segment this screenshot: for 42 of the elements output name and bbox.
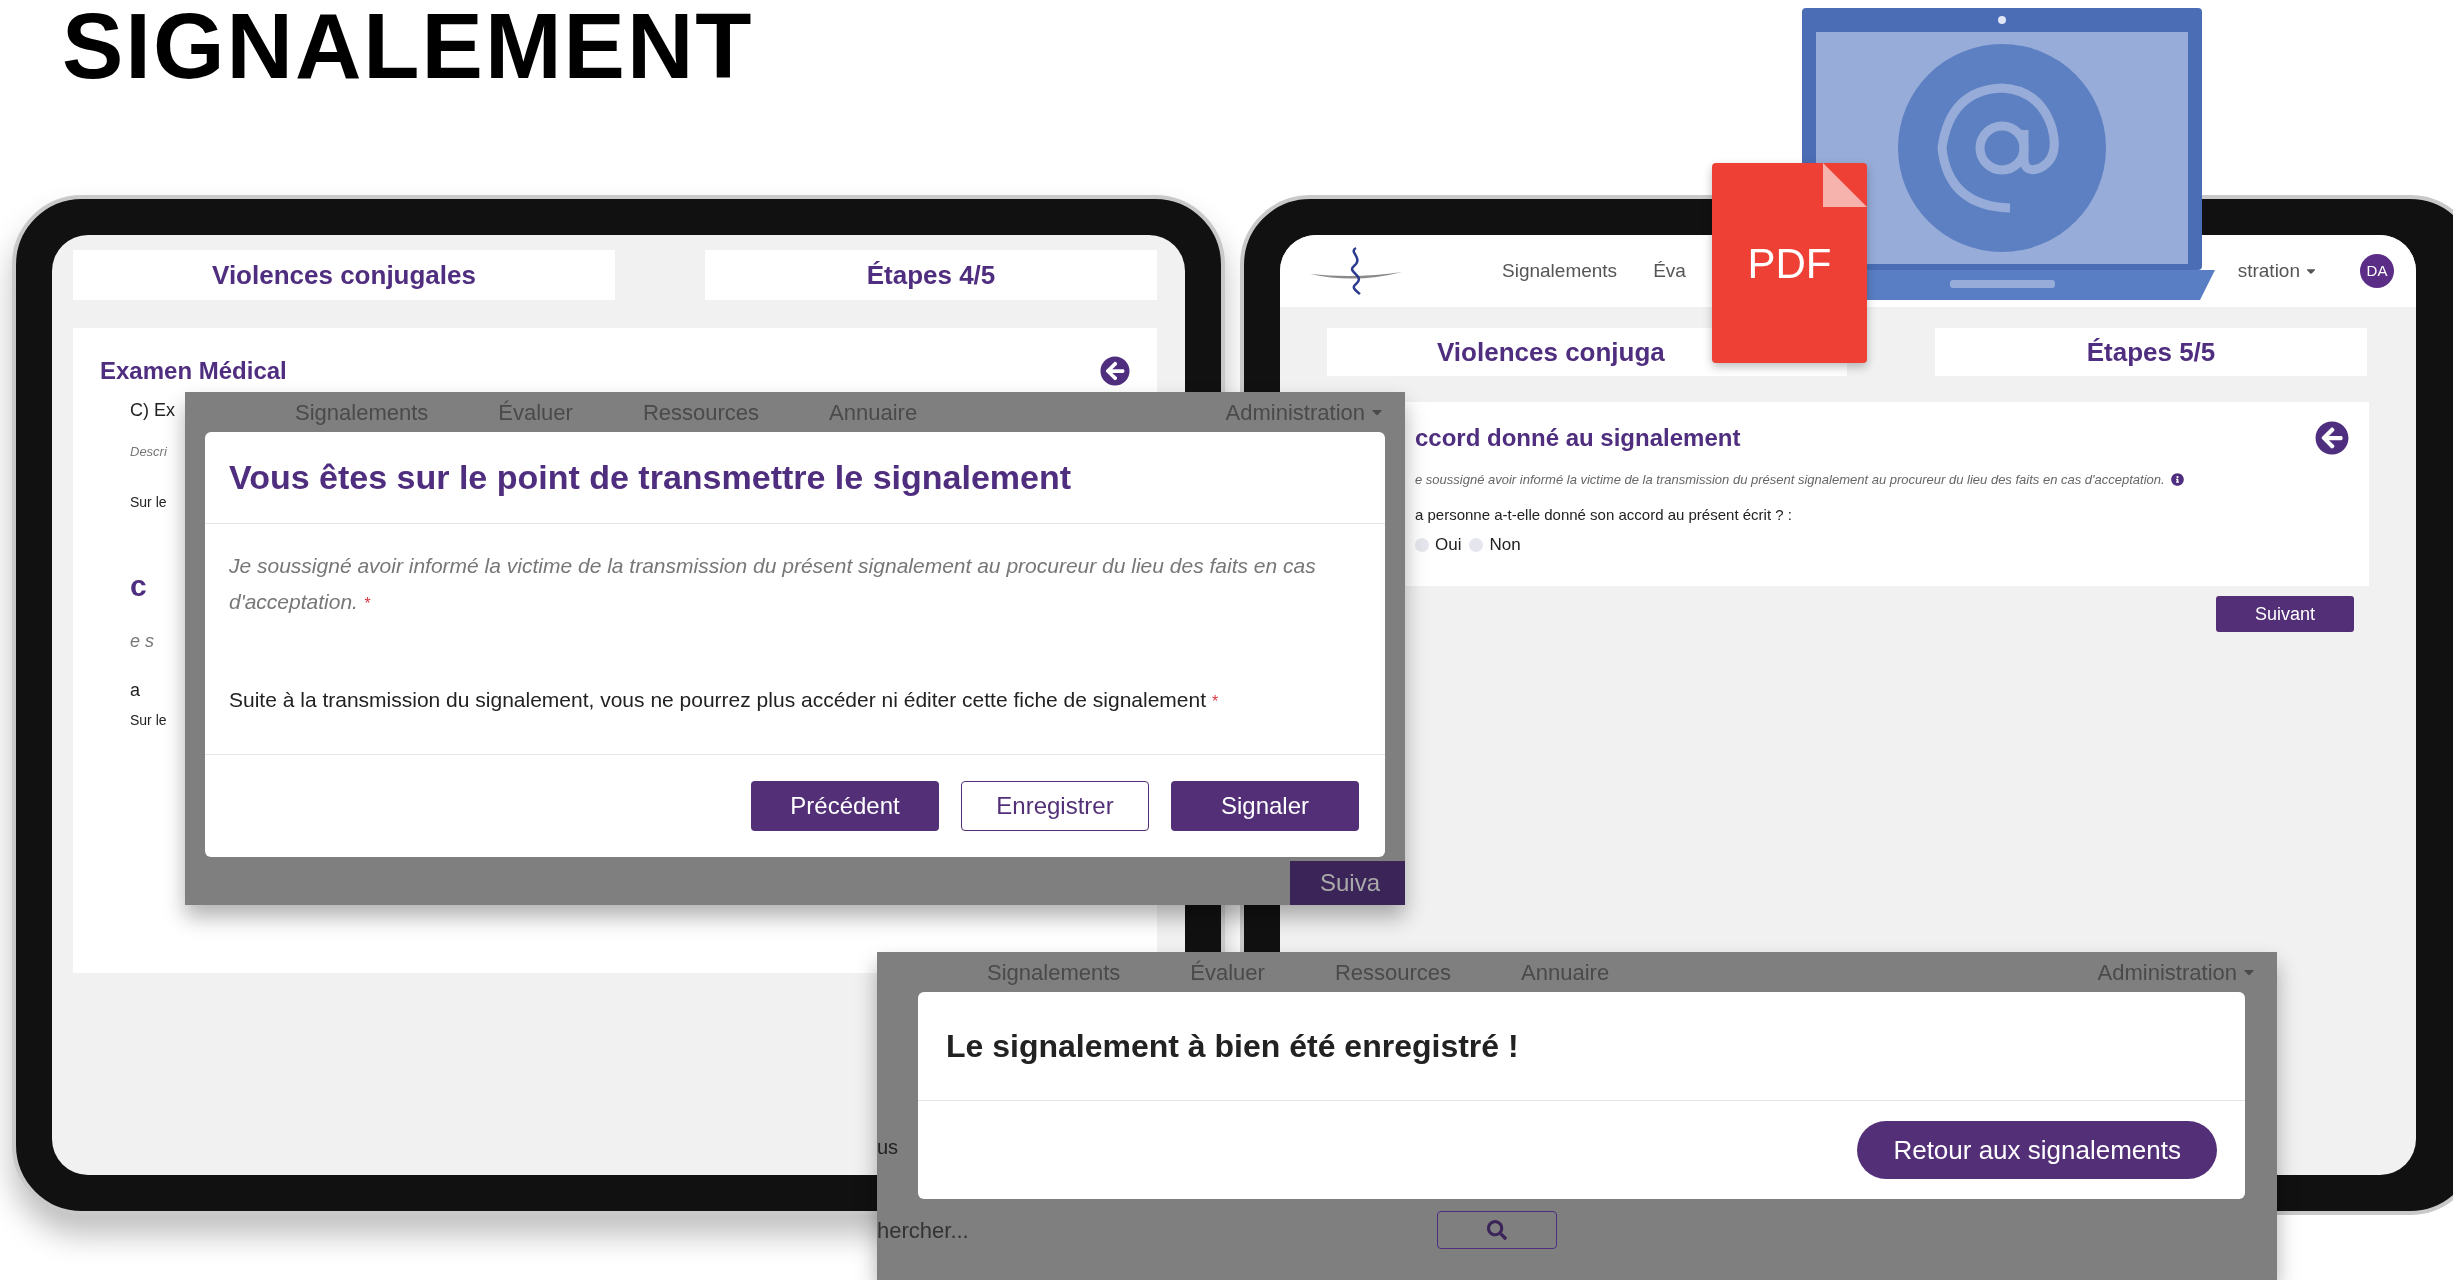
form-text: c [130,567,147,604]
header-card: Violences conjugales [73,250,615,300]
section-title: Examen Médical [100,356,287,386]
header-card: Étapes 4/5 [705,250,1157,300]
back-arrow-icon[interactable] [1100,356,1130,386]
radio-option[interactable]: Non [1469,532,1521,558]
consent-note: e soussigné avoir informé la victime de la transmission du présent signalement au procureur du lieu des faits en cas d'acceptation. [1415,471,2165,489]
dialog-button[interactable]: Signaler [1171,781,1359,831]
header-card: Étapes 5/5 [1935,328,2367,376]
dialog-button[interactable]: Enregistrer [961,781,1149,831]
nav-link[interactable]: stration [2237,256,2300,286]
background-text: us [877,1135,900,1160]
section-title: ccord donné au signalement [1415,423,1741,453]
dialog-button[interactable]: Précédent [751,781,939,831]
dialog-title: Le signalement à bien été enregistré ! [918,992,2245,1101]
radio-option[interactable]: Oui [1415,532,1462,558]
form-text: C) Ex [130,399,175,422]
back-to-reports-button[interactable]: Retour aux signalements [1857,1121,2217,1179]
question-label: a personne a-t-elle donné son accord au présent écrit ? : [1415,504,1793,525]
dialog-title: Vous êtes sur le point de transmettre le signalement [205,432,1385,524]
form-text: a [130,678,140,702]
form-text: Sur le [130,492,167,512]
next-button[interactable]: Suivant [2216,596,2354,632]
nav-link[interactable]: Éva [1653,256,1686,286]
search-icon [1487,1220,1507,1240]
radio-button[interactable] [1415,537,1429,552]
back-arrow-icon[interactable] [2315,421,2349,455]
statement-text: Je soussigné avoir informé la victime de la transmission du présent signalement au procureur du lieu des faits en cas d'acceptation. * [229,553,1317,615]
form-text: e s [130,629,154,653]
radio-button[interactable] [1469,537,1484,552]
info-icon[interactable] [2170,473,2184,487]
form-text: Sur le [130,710,167,730]
search-button[interactable] [1437,1211,1557,1249]
form-text: Descri [130,443,167,461]
page-fold [1823,163,1867,207]
statement-text: Suite à la transmission du signalement, vous ne pourrez plus accéder ni éditer cette fiche de signalement * [229,687,1220,713]
nav-link[interactable]: Signalements [1502,256,1618,286]
user-avatar[interactable]: DA [2360,254,2394,288]
search-field[interactable]: hercher... [877,1211,1437,1249]
page-title: SIGNALEMENT [62,0,754,92]
next-button[interactable]: Suiva [1290,861,1405,905]
pdf-label: PDF [1747,238,1832,289]
